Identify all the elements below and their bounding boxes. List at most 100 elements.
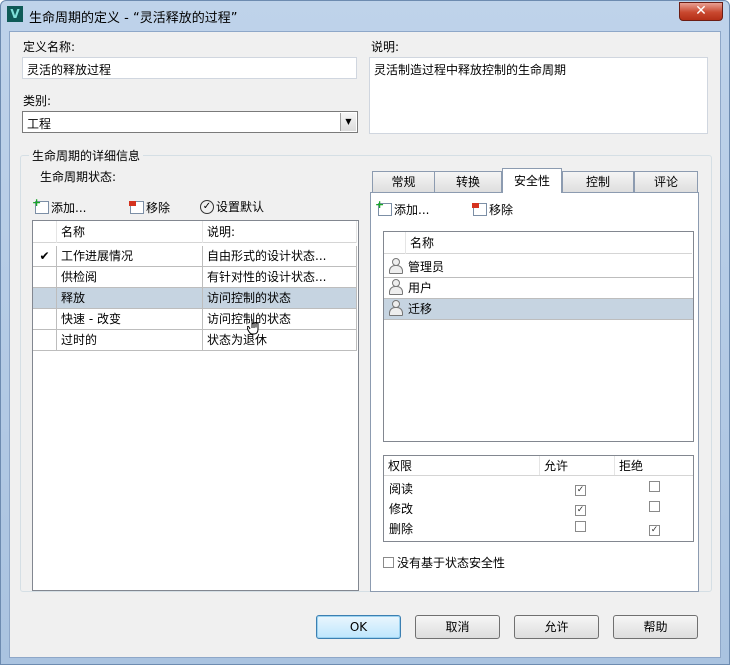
category-select[interactable]: 工程 ▼ bbox=[22, 111, 358, 133]
state-desc: 有针对性的设计状态... bbox=[203, 267, 357, 287]
no-state-security-option[interactable]: 没有基于状态安全性 bbox=[383, 554, 505, 571]
tab-general[interactable]: 常规 bbox=[372, 171, 435, 192]
user-name: 迁移 bbox=[408, 302, 433, 316]
list-item-selected[interactable]: 迁移 bbox=[384, 299, 693, 320]
add-icon bbox=[375, 198, 392, 216]
default-cell bbox=[33, 288, 57, 308]
state-name: 释放 bbox=[57, 288, 203, 308]
allow-button[interactable]: 允许 bbox=[514, 615, 599, 639]
def-name-label: 定义名称: bbox=[23, 40, 76, 54]
states-label: 生命周期状态: bbox=[40, 170, 117, 184]
user-name: 管理员 bbox=[408, 260, 445, 274]
default-cell bbox=[33, 267, 57, 287]
state-name: 工作进展情况 bbox=[57, 246, 203, 266]
state-name: 供检阅 bbox=[57, 267, 203, 287]
default-column-header[interactable] bbox=[33, 221, 57, 243]
permission-column-header: 权限 bbox=[384, 456, 540, 475]
table-row[interactable]: 过时的 状态为退休 bbox=[33, 330, 357, 351]
tab-transitions[interactable]: 转换 bbox=[434, 171, 502, 192]
set-default-label: 设置默认 bbox=[216, 200, 265, 214]
default-check-icon: ✔ bbox=[33, 246, 57, 266]
users-table-header: 名称 bbox=[384, 232, 692, 254]
delete-allow-checkbox[interactable] bbox=[575, 521, 586, 532]
table-row-selected[interactable]: 释放 访问控制的状态 bbox=[33, 288, 357, 309]
permission-name: 阅读 bbox=[389, 481, 414, 496]
state-desc: 访问控制的状态 bbox=[203, 309, 357, 329]
table-row[interactable]: 快速 - 改变 访问控制的状态 bbox=[33, 309, 357, 330]
users-table[interactable]: 名称 管理员 用户 迁移 bbox=[383, 231, 694, 442]
description-label: 说明: bbox=[371, 40, 400, 54]
table-row[interactable]: 供检阅 有针对性的设计状态... bbox=[33, 267, 357, 288]
states-table[interactable]: 名称 说明: ✔ 工作进展情况 自由形式的设计状态... 供检阅 有针对性的设计… bbox=[32, 220, 359, 591]
permission-row: 阅读 ✓ bbox=[384, 478, 693, 498]
description-input[interactable]: 灵活制造过程中释放控制的生命周期 bbox=[369, 57, 708, 134]
tab-control[interactable]: 控制 bbox=[562, 171, 634, 192]
app-icon: V bbox=[7, 6, 23, 22]
states-table-header: 名称 说明: bbox=[33, 221, 357, 243]
allow-column-header: 允许 bbox=[540, 456, 615, 475]
user-icon bbox=[387, 257, 403, 274]
deny-column-header: 拒绝 bbox=[619, 459, 644, 473]
name-column-header[interactable]: 名称 bbox=[57, 221, 203, 243]
remove-icon bbox=[472, 203, 487, 216]
tab-security[interactable]: 安全性 bbox=[502, 168, 562, 193]
user-name-column-header[interactable]: 名称 bbox=[406, 232, 692, 254]
add-user-button[interactable]: 添加... bbox=[375, 198, 430, 218]
user-icon bbox=[387, 299, 403, 316]
set-default-button[interactable]: ✓ 设置默认 bbox=[200, 198, 264, 215]
close-button[interactable]: ✕ bbox=[679, 2, 723, 21]
dialog-window: V 生命周期的定义 - “灵活释放的过程” ✕ 定义名称: 灵活的释放过程 说明… bbox=[0, 0, 730, 665]
add-state-button[interactable]: 添加... bbox=[32, 196, 87, 216]
dialog-client: 定义名称: 灵活的释放过程 说明: 灵活制造过程中释放控制的生命周期 类别: 工… bbox=[9, 31, 721, 658]
desc-column-header[interactable]: 说明: bbox=[203, 221, 357, 243]
read-allow-checkbox[interactable]: ✓ bbox=[575, 484, 586, 496]
state-desc: 自由形式的设计状态... bbox=[203, 246, 357, 266]
user-name: 用户 bbox=[408, 281, 433, 295]
remove-user-button[interactable]: 移除 bbox=[472, 201, 514, 218]
list-item[interactable]: 用户 bbox=[384, 278, 693, 299]
list-item[interactable]: 管理员 bbox=[384, 257, 693, 278]
default-cell bbox=[33, 330, 57, 350]
add-icon bbox=[32, 196, 49, 214]
user-icon bbox=[387, 278, 403, 295]
permissions-header: 权限 允许 拒绝 bbox=[384, 456, 693, 476]
security-tab-panel: 添加... 移除 名称 管理员 用户 bbox=[370, 192, 699, 592]
state-name: 快速 - 改变 bbox=[57, 309, 203, 329]
modify-allow-checkbox[interactable]: ✓ bbox=[575, 504, 586, 516]
permission-row: 修改 ✓ bbox=[384, 498, 693, 518]
add-user-label: 添加... bbox=[394, 203, 430, 217]
permission-row: 删除 ✓ bbox=[384, 518, 693, 538]
def-name-input[interactable]: 灵活的释放过程 bbox=[22, 57, 357, 79]
modify-deny-checkbox[interactable] bbox=[649, 501, 660, 512]
category-label: 类别: bbox=[23, 94, 52, 108]
permissions-table: 权限 允许 拒绝 阅读 ✓ 修改 ✓ 删除 ✓ bbox=[383, 455, 694, 542]
remove-icon bbox=[129, 201, 144, 214]
tab-comments[interactable]: 评论 bbox=[634, 171, 698, 192]
remove-user-label: 移除 bbox=[489, 203, 514, 217]
window-title: 生命周期的定义 - “灵活释放的过程” bbox=[29, 11, 238, 26]
no-state-security-checkbox[interactable] bbox=[383, 557, 394, 568]
category-value: 工程 bbox=[27, 117, 52, 131]
cancel-button[interactable]: 取消 bbox=[415, 615, 500, 639]
chevron-down-icon[interactable]: ▼ bbox=[340, 113, 356, 131]
permission-name: 修改 bbox=[389, 501, 414, 516]
state-desc: 访问控制的状态 bbox=[203, 288, 357, 308]
state-desc: 状态为退休 bbox=[203, 330, 357, 350]
remove-state-label: 移除 bbox=[146, 201, 171, 215]
add-state-label: 添加... bbox=[51, 201, 87, 215]
ok-button[interactable]: OK bbox=[316, 615, 401, 639]
table-row[interactable]: ✔ 工作进展情况 自由形式的设计状态... bbox=[33, 246, 357, 267]
hand-cursor-icon bbox=[247, 319, 259, 335]
help-button[interactable]: 帮助 bbox=[613, 615, 698, 639]
default-cell bbox=[33, 309, 57, 329]
delete-deny-checkbox[interactable]: ✓ bbox=[649, 524, 660, 536]
state-name: 过时的 bbox=[57, 330, 203, 350]
read-deny-checkbox[interactable] bbox=[649, 481, 660, 492]
remove-state-button[interactable]: 移除 bbox=[129, 199, 171, 216]
permission-name: 删除 bbox=[389, 521, 414, 536]
no-state-security-label: 没有基于状态安全性 bbox=[397, 556, 506, 570]
details-group-title: 生命周期的详细信息 bbox=[29, 147, 144, 164]
icon-column-header[interactable] bbox=[384, 232, 406, 254]
check-circle-icon: ✓ bbox=[200, 199, 214, 214]
title-bar[interactable]: V 生命周期的定义 - “灵活释放的过程” ✕ bbox=[1, 1, 729, 29]
